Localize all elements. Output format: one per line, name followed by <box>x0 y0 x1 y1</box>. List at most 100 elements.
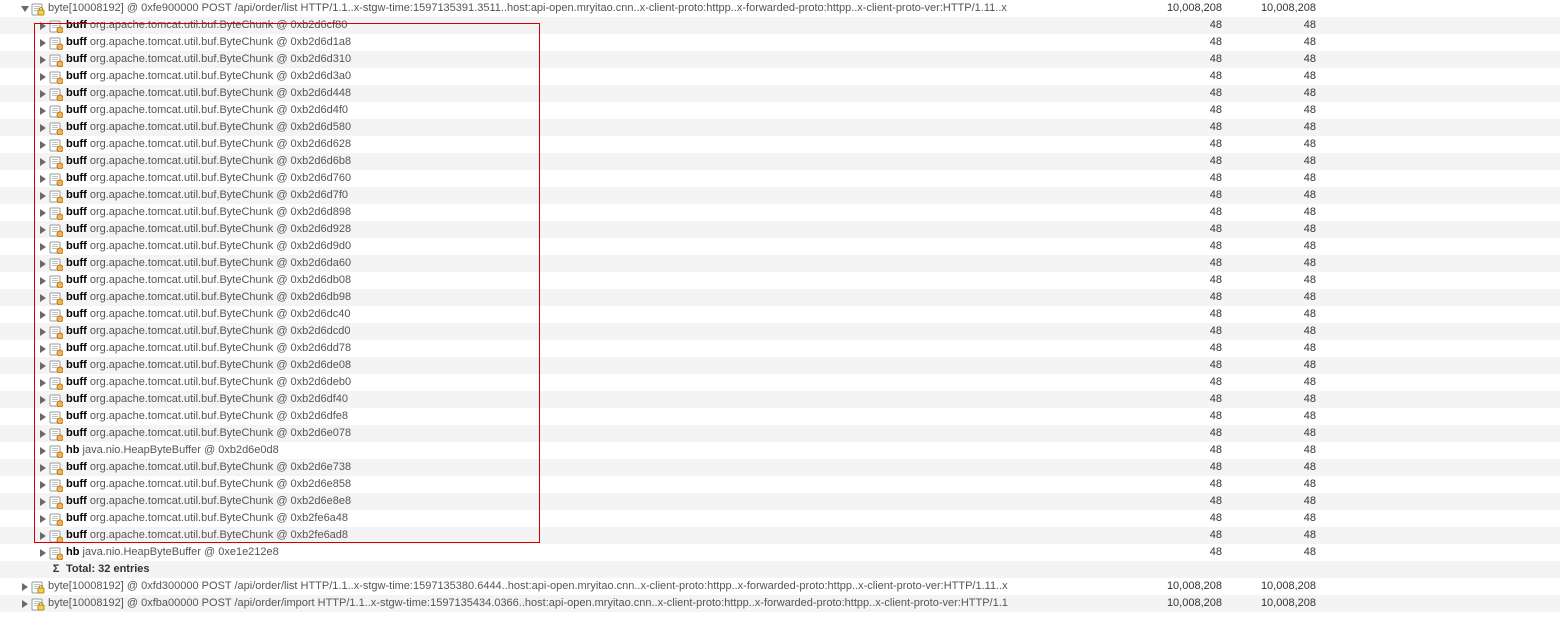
expand-toggle[interactable] <box>38 379 48 387</box>
expand-toggle[interactable] <box>38 396 48 404</box>
object-icon <box>48 494 64 510</box>
node-label: buff org.apache.tomcat.util.buf.ByteChun… <box>66 85 351 102</box>
expand-toggle[interactable] <box>38 328 48 336</box>
expand-toggle[interactable] <box>38 22 48 30</box>
expand-toggle[interactable] <box>38 209 48 217</box>
tree-row[interactable]: buff org.apache.tomcat.util.buf.ByteChun… <box>0 493 1560 510</box>
tree-row[interactable]: buff org.apache.tomcat.util.buf.ByteChun… <box>0 170 1560 187</box>
tree-row[interactable]: buff org.apache.tomcat.util.buf.ByteChun… <box>0 408 1560 425</box>
expand-toggle[interactable] <box>20 600 30 608</box>
expand-toggle[interactable] <box>38 532 48 540</box>
node-label: buff org.apache.tomcat.util.buf.ByteChun… <box>66 391 348 408</box>
expand-toggle[interactable] <box>38 430 48 438</box>
retained-heap-cell: 48 <box>1226 527 1320 544</box>
expand-toggle[interactable] <box>38 107 48 115</box>
tree-row[interactable]: buff org.apache.tomcat.util.buf.ByteChun… <box>0 204 1560 221</box>
node-label: buff org.apache.tomcat.util.buf.ByteChun… <box>66 459 351 476</box>
expand-toggle[interactable] <box>38 226 48 234</box>
expand-toggle[interactable] <box>38 73 48 81</box>
shallow-heap-cell: 48 <box>1132 204 1226 221</box>
expand-toggle[interactable] <box>38 498 48 506</box>
expand-toggle[interactable] <box>38 158 48 166</box>
tree-row[interactable]: hb java.nio.HeapByteBuffer @ 0xe1e212e84… <box>0 544 1560 561</box>
retained-heap-cell: 48 <box>1226 136 1320 153</box>
tree-row[interactable]: buff org.apache.tomcat.util.buf.ByteChun… <box>0 510 1560 527</box>
tree-row[interactable]: buff org.apache.tomcat.util.buf.ByteChun… <box>0 221 1560 238</box>
object-icon <box>48 52 64 68</box>
tree-row[interactable]: buff org.apache.tomcat.util.buf.ByteChun… <box>0 187 1560 204</box>
tree-row[interactable]: buff org.apache.tomcat.util.buf.ByteChun… <box>0 17 1560 34</box>
expand-toggle[interactable] <box>38 311 48 319</box>
node-label: buff org.apache.tomcat.util.buf.ByteChun… <box>66 34 351 51</box>
tree-row[interactable]: buff org.apache.tomcat.util.buf.ByteChun… <box>0 459 1560 476</box>
node-label: buff org.apache.tomcat.util.buf.ByteChun… <box>66 323 350 340</box>
expand-toggle[interactable] <box>38 260 48 268</box>
expand-toggle[interactable] <box>38 39 48 47</box>
expand-toggle[interactable] <box>38 413 48 421</box>
tree-row[interactable]: buff org.apache.tomcat.util.buf.ByteChun… <box>0 51 1560 68</box>
expand-toggle[interactable] <box>38 141 48 149</box>
tree-row[interactable]: buff org.apache.tomcat.util.buf.ByteChun… <box>0 527 1560 544</box>
retained-heap-cell: 48 <box>1226 102 1320 119</box>
expand-toggle[interactable] <box>38 175 48 183</box>
node-label: buff org.apache.tomcat.util.buf.ByteChun… <box>66 408 348 425</box>
tree-row[interactable]: byte[10008192] @ 0xfd300000 POST /api/or… <box>0 578 1560 595</box>
expand-toggle[interactable] <box>38 345 48 353</box>
expand-toggle[interactable] <box>38 549 48 557</box>
retained-heap-cell: 48 <box>1226 51 1320 68</box>
object-icon <box>48 35 64 51</box>
node-label: byte[10008192] @ 0xfba00000 POST /api/or… <box>48 595 1008 612</box>
retained-heap-cell: 48 <box>1226 408 1320 425</box>
tree-row[interactable]: buff org.apache.tomcat.util.buf.ByteChun… <box>0 391 1560 408</box>
tree-row[interactable]: buff org.apache.tomcat.util.buf.ByteChun… <box>0 425 1560 442</box>
expand-toggle[interactable] <box>38 294 48 302</box>
tree-row[interactable]: ΣTotal: 32 entries <box>0 561 1560 578</box>
tree-row[interactable]: buff org.apache.tomcat.util.buf.ByteChun… <box>0 153 1560 170</box>
tree-row[interactable]: buff org.apache.tomcat.util.buf.ByteChun… <box>0 306 1560 323</box>
shallow-heap-cell: 10,008,208 <box>1132 0 1226 17</box>
tree-row[interactable]: buff org.apache.tomcat.util.buf.ByteChun… <box>0 255 1560 272</box>
expand-toggle[interactable] <box>20 583 30 591</box>
expand-toggle[interactable] <box>38 56 48 64</box>
expand-toggle[interactable] <box>38 277 48 285</box>
retained-heap-cell: 48 <box>1226 85 1320 102</box>
retained-heap-cell: 48 <box>1226 17 1320 34</box>
tree-row[interactable]: buff org.apache.tomcat.util.buf.ByteChun… <box>0 68 1560 85</box>
tree-row[interactable]: buff org.apache.tomcat.util.buf.ByteChun… <box>0 34 1560 51</box>
tree-row[interactable]: buff org.apache.tomcat.util.buf.ByteChun… <box>0 374 1560 391</box>
tree-row[interactable]: hb java.nio.HeapByteBuffer @ 0xb2d6e0d84… <box>0 442 1560 459</box>
node-label: byte[10008192] @ 0xfd300000 POST /api/or… <box>48 578 1008 595</box>
expand-toggle[interactable] <box>38 447 48 455</box>
retained-heap-cell: 48 <box>1226 204 1320 221</box>
node-label: buff org.apache.tomcat.util.buf.ByteChun… <box>66 425 351 442</box>
expand-toggle[interactable] <box>38 464 48 472</box>
tree-row[interactable]: buff org.apache.tomcat.util.buf.ByteChun… <box>0 238 1560 255</box>
tree-row[interactable]: buff org.apache.tomcat.util.buf.ByteChun… <box>0 136 1560 153</box>
expand-toggle[interactable] <box>38 481 48 489</box>
tree-row[interactable]: buff org.apache.tomcat.util.buf.ByteChun… <box>0 85 1560 102</box>
tree-row[interactable]: buff org.apache.tomcat.util.buf.ByteChun… <box>0 340 1560 357</box>
tree-row[interactable]: buff org.apache.tomcat.util.buf.ByteChun… <box>0 357 1560 374</box>
expand-toggle[interactable] <box>38 243 48 251</box>
retained-heap-cell: 48 <box>1226 34 1320 51</box>
tree-row[interactable]: buff org.apache.tomcat.util.buf.ByteChun… <box>0 102 1560 119</box>
object-icon <box>48 358 64 374</box>
tree-row[interactable]: buff org.apache.tomcat.util.buf.ByteChun… <box>0 272 1560 289</box>
retained-heap-cell: 48 <box>1226 238 1320 255</box>
byte-array-icon <box>30 579 46 595</box>
expand-toggle[interactable] <box>38 90 48 98</box>
tree-row[interactable]: byte[10008192] @ 0xfe900000 POST /api/or… <box>0 0 1560 17</box>
tree-row[interactable]: buff org.apache.tomcat.util.buf.ByteChun… <box>0 119 1560 136</box>
object-icon <box>48 103 64 119</box>
tree-row[interactable]: buff org.apache.tomcat.util.buf.ByteChun… <box>0 476 1560 493</box>
object-icon <box>48 375 64 391</box>
expand-toggle[interactable] <box>38 192 48 200</box>
shallow-heap-cell: 48 <box>1132 357 1226 374</box>
expand-toggle[interactable] <box>38 362 48 370</box>
tree-row[interactable]: buff org.apache.tomcat.util.buf.ByteChun… <box>0 289 1560 306</box>
expand-toggle[interactable] <box>38 124 48 132</box>
tree-row[interactable]: buff org.apache.tomcat.util.buf.ByteChun… <box>0 323 1560 340</box>
tree-row[interactable]: byte[10008192] @ 0xfba00000 POST /api/or… <box>0 595 1560 612</box>
expand-toggle[interactable] <box>20 5 30 13</box>
expand-toggle[interactable] <box>38 515 48 523</box>
